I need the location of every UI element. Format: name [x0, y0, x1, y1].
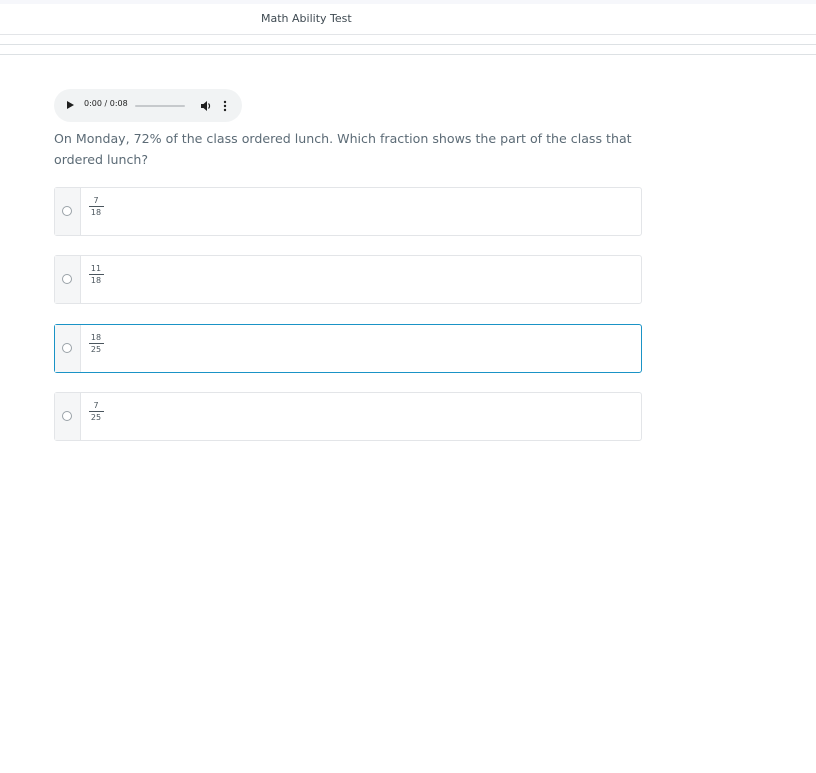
answer-option-1[interactable]: 7 18 — [54, 187, 642, 236]
radio-button[interactable] — [62, 206, 72, 216]
fraction: 18 25 — [88, 332, 104, 355]
numerator: 7 — [93, 401, 99, 410]
radio-column[interactable] — [55, 188, 81, 235]
denominator: 25 — [90, 345, 102, 354]
radio-button[interactable] — [62, 411, 72, 421]
top-bar: Math Ability Test — [0, 0, 816, 35]
denominator: 18 — [90, 208, 102, 217]
radio-button[interactable] — [62, 343, 72, 353]
audio-progress-track[interactable] — [135, 105, 185, 107]
numerator: 7 — [93, 196, 99, 205]
audio-player[interactable]: 0:00 / 0:08 — [54, 89, 242, 122]
fraction: 7 25 — [88, 400, 104, 423]
more-options-icon[interactable] — [223, 100, 227, 112]
denominator: 18 — [90, 276, 102, 285]
answer-option-4[interactable]: 7 25 — [54, 392, 642, 441]
denominator: 25 — [90, 413, 102, 422]
fraction: 11 18 — [88, 263, 104, 286]
numerator: 18 — [90, 333, 102, 342]
radio-column[interactable] — [55, 325, 81, 372]
radio-column[interactable] — [55, 393, 81, 440]
answer-option-3[interactable]: 18 25 — [54, 324, 642, 373]
divider — [0, 54, 816, 55]
fraction: 7 18 — [88, 195, 104, 218]
volume-icon[interactable] — [200, 100, 212, 112]
divider — [0, 44, 816, 45]
radio-button[interactable] — [62, 274, 72, 284]
radio-column[interactable] — [55, 256, 81, 303]
audio-time: 0:00 / 0:08 — [84, 99, 128, 108]
page-title: Math Ability Test — [261, 12, 352, 25]
play-icon[interactable] — [67, 101, 74, 109]
numerator: 11 — [90, 264, 102, 273]
answer-option-2[interactable]: 11 18 — [54, 255, 642, 304]
question-text: On Monday, 72% of the class ordered lunc… — [54, 131, 632, 167]
